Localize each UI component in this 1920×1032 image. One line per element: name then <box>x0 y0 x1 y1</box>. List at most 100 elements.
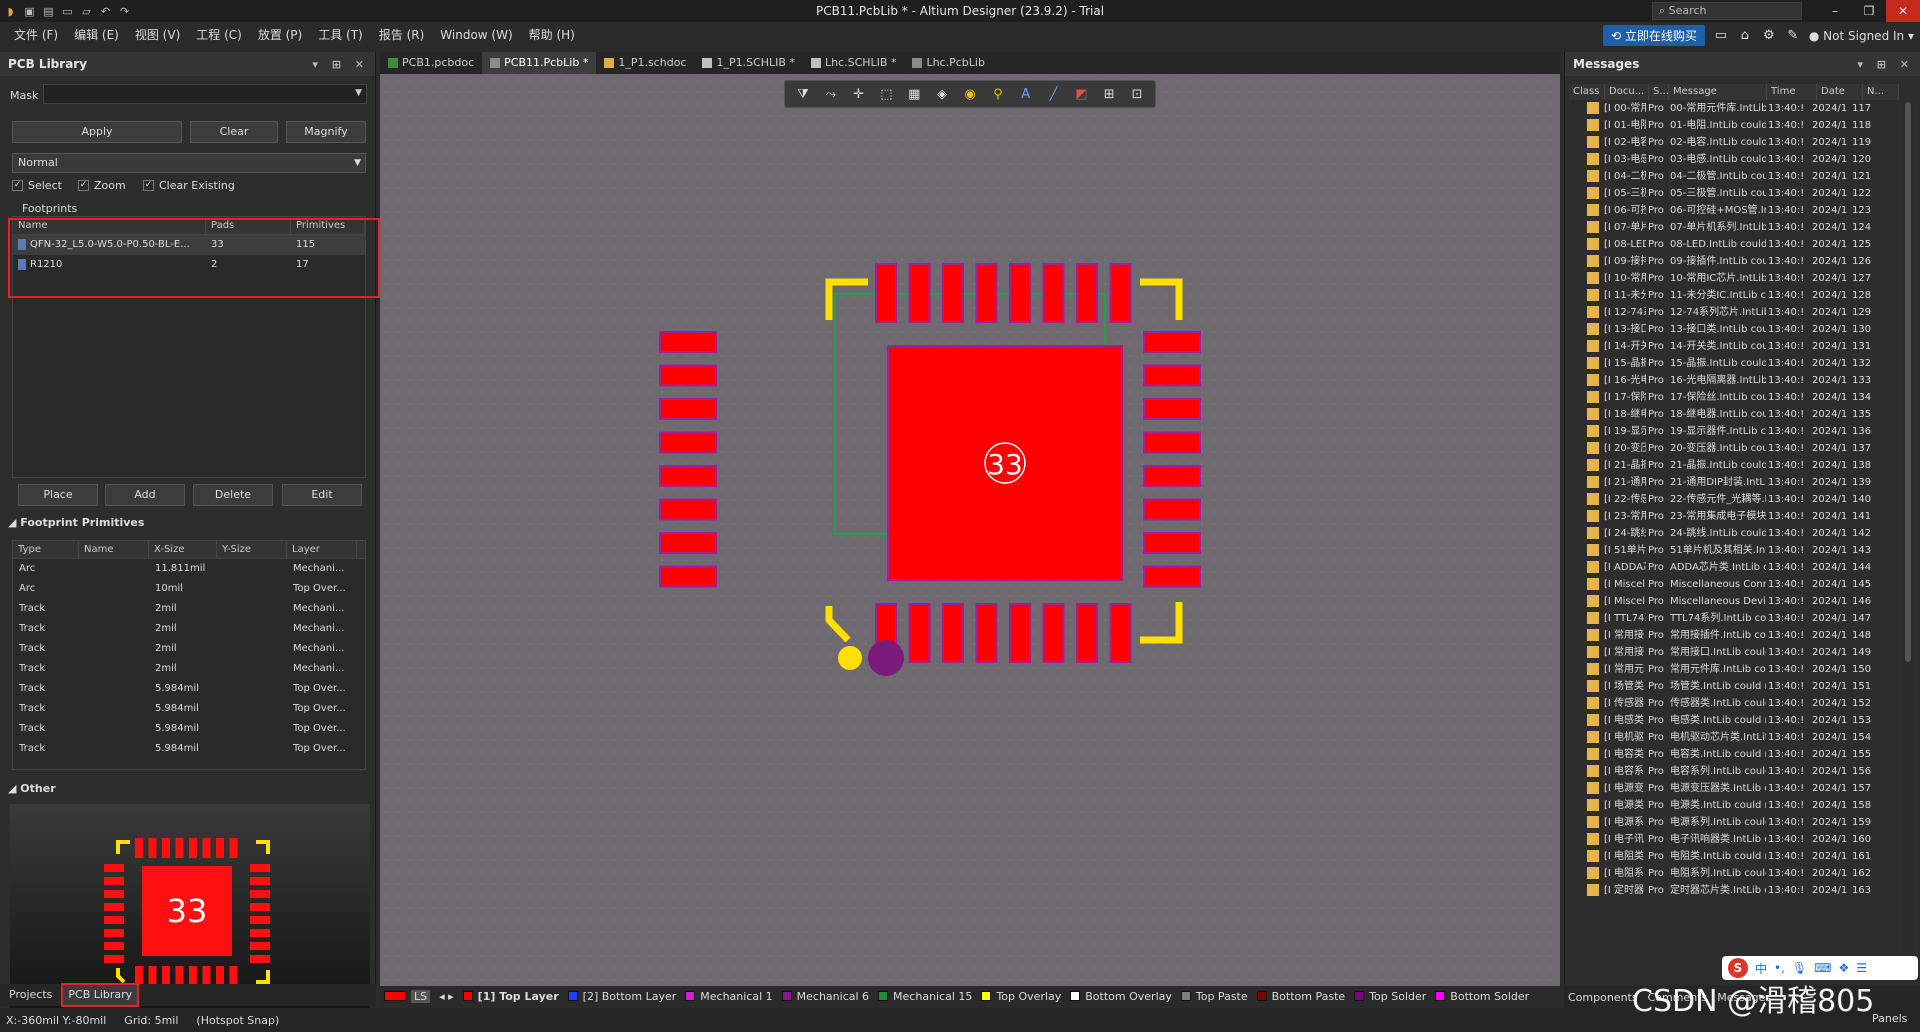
save-all-icon[interactable]: ▤ <box>42 5 55 18</box>
pad[interactable] <box>1143 498 1201 521</box>
pad[interactable] <box>1042 263 1065 323</box>
col-message[interactable]: Message <box>1669 84 1767 100</box>
message-row[interactable]: [I 常用接 Pro 常用接插件.IntLib cou 13:40:! 2024/1 14… <box>1569 627 1899 644</box>
tab-lhc-schlib[interactable]: Lhc.SCHLIB * <box>803 52 905 74</box>
place-button[interactable]: Place <box>18 484 98 506</box>
close-icon[interactable]: ✕ <box>1886 0 1920 22</box>
tab-components[interactable]: Components <box>1568 991 1638 1004</box>
mask-input[interactable]: ▼ <box>43 84 367 104</box>
align-icon[interactable]: ▦ <box>904 87 924 102</box>
layer-tab[interactable]: Top Solder <box>1354 990 1426 1003</box>
col-type[interactable]: Type <box>13 541 79 558</box>
gear-icon[interactable]: ⚙ <box>1761 28 1777 43</box>
add-button[interactable]: Add <box>105 484 185 506</box>
message-row[interactable]: [I 51单片 Pro 51单片机及其相关.Int 13:40:! 2024/1 143 <box>1569 542 1899 559</box>
message-row[interactable]: [I 电容系 Pro 电容系列.IntLib could 13:40:! 2024/1 1… <box>1569 763 1899 780</box>
pad[interactable] <box>908 603 931 663</box>
layer-tab[interactable]: [1] Top Layer <box>462 990 559 1003</box>
pad[interactable] <box>942 263 964 323</box>
message-row[interactable]: [I 00-常用 Pro 00-常用元件库.IntLib c 13:40:! 2024/… <box>1569 100 1899 117</box>
other-section-title[interactable]: ◢ Other <box>8 782 56 795</box>
pad[interactable] <box>659 498 717 521</box>
ime-chinese-icon[interactable]: 中 <box>1755 960 1767 977</box>
redo-icon[interactable]: ↷ <box>118 5 131 18</box>
ime-keyboard-icon[interactable]: ⌨ <box>1814 961 1831 975</box>
tab-projects[interactable]: Projects <box>4 985 57 1005</box>
pad[interactable] <box>975 603 998 663</box>
crosshair-icon[interactable]: ✛ <box>849 87 869 102</box>
region-icon[interactable]: ◩ <box>1071 87 1091 102</box>
ime-menu-icon[interactable]: ☰ <box>1856 961 1867 975</box>
primitive-row[interactable]: Track 5.984mil Top Over... <box>13 739 365 759</box>
clear-existing-checkbox[interactable]: ✓ Clear Existing <box>143 179 235 192</box>
message-row[interactable]: [I 05-三极Pro 05-三极管.IntLib could13:40:! 202… <box>1569 185 1899 202</box>
pad[interactable] <box>1109 263 1132 323</box>
col-layer[interactable]: Layer <box>287 541 357 558</box>
message-row[interactable]: [I 16-光电 Pro 16-光电隔离器.IntLib c 13:40:! 2024/… <box>1569 372 1899 389</box>
clear-button[interactable]: Clear <box>190 121 278 143</box>
message-row[interactable]: [I 场管类Pro 场管类.IntLib could no13:40:! 2024/… <box>1569 678 1899 695</box>
message-row[interactable]: [I 09-接排Pro 09-接插件.IntLib could13:40:! 202… <box>1569 253 1899 270</box>
tab-lhc-pcblib[interactable]: Lhc.PcbLib <box>904 52 992 74</box>
message-row[interactable]: [I MiscellaPro Miscellaneous Devices.I13:… <box>1569 593 1899 610</box>
panel-controls-icon[interactable]: ▾ ⊞ ✕ <box>1857 58 1914 71</box>
maximize-icon[interactable]: ❐ <box>1852 0 1886 22</box>
account-button[interactable]: ● Not Signed In ▾ <box>1809 29 1914 43</box>
dimension-icon[interactable]: ⊞ <box>1099 87 1119 102</box>
pad[interactable] <box>1143 331 1201 353</box>
menu-file[interactable]: 文件 (F) <box>6 22 66 48</box>
pad[interactable] <box>1143 465 1201 487</box>
layer-tab[interactable]: Bottom Overlay <box>1070 990 1172 1003</box>
pad[interactable] <box>908 263 931 323</box>
route-icon[interactable]: ⤳ <box>821 87 841 102</box>
message-row[interactable]: [I 电容类Pro 电容类.IntLib could no13:40:! 2024/… <box>1569 746 1899 763</box>
primitive-row[interactable]: Arc 10mil Top Over... <box>13 579 365 599</box>
notification-icon[interactable]: ▭ <box>1713 28 1729 43</box>
primitives-section-title[interactable]: ◢ Footprint Primitives <box>8 516 144 529</box>
edit-button[interactable]: Edit <box>282 484 362 506</box>
message-row[interactable]: [I 03-电感Pro 03-电感.IntLib could nc13:40:! 2… <box>1569 151 1899 168</box>
primitive-row[interactable]: Track 2mil Mechani... <box>13 619 365 639</box>
zoom-checkbox[interactable]: ✓ Zoom <box>78 179 126 192</box>
message-row[interactable]: [I 常用元 Pro 常用元件库.IntLib cou 13:40:! 2024/1 15… <box>1569 661 1899 678</box>
message-row[interactable]: [I 11-未分Pro 11-未分类IC.IntLib cou13:40:! 202… <box>1569 287 1899 304</box>
message-row[interactable]: [I 04-二极Pro 04-二极管.IntLib could13:40:! 202… <box>1569 168 1899 185</box>
col-name[interactable]: Name <box>79 541 149 558</box>
message-row[interactable]: [I 传感器 Pro 传感器类.IntLib could 13:40:! 2024/1 1… <box>1569 695 1899 712</box>
message-row[interactable]: [I 06-可控Pro 06-可控硅+MOS管.Intl13:40:! 2024/1… <box>1569 202 1899 219</box>
pad[interactable] <box>1042 603 1065 663</box>
message-row[interactable]: [I 08-LED.IPro 08-LED.IntLib could not13:… <box>1569 236 1899 253</box>
message-row[interactable]: [I 02-电容Pro 02-电容.IntLib could nc13:40:! 2… <box>1569 134 1899 151</box>
message-row[interactable]: [I 电源变 Pro 电源变压器类.IntLib c 13:40:! 2024/1 157 <box>1569 780 1899 797</box>
col-source[interactable]: S... <box>1649 84 1669 100</box>
primitive-row[interactable]: Track 5.984mil Top Over... <box>13 679 365 699</box>
message-row[interactable]: [I 18-继电Pro 18-继电器.IntLib could13:40:! 202… <box>1569 406 1899 423</box>
ime-punct-icon[interactable]: •, <box>1774 961 1785 975</box>
menu-tools[interactable]: 工具 (T) <box>310 22 371 48</box>
pad[interactable] <box>1143 398 1201 420</box>
message-row[interactable]: [I 电机驱 Pro 电机驱动芯片类.IntLit 13:40:! 2024/1 154 <box>1569 729 1899 746</box>
pad[interactable] <box>659 565 717 588</box>
tab-1-p1-schdoc[interactable]: 1_P1.schdoc <box>596 52 694 74</box>
menu-project[interactable]: 工程 (C) <box>188 22 250 48</box>
layer-scroll-arrows-icon[interactable]: ◂ ▸ <box>439 990 454 1003</box>
tab-pcb-library[interactable]: PCB Library <box>61 983 140 1007</box>
pad[interactable] <box>659 465 717 487</box>
message-row[interactable]: [I 21-晶振Pro 21-晶振.IntLib could nc13:40:! 2… <box>1569 457 1899 474</box>
pcb-editor-canvas[interactable]: 33 <box>380 74 1560 986</box>
panel-controls-icon[interactable]: ▾ ⊞ ✕ <box>312 58 369 71</box>
message-row[interactable]: [I 15-晶振Pro 15-晶振.IntLib could nc13:40:! 2… <box>1569 355 1899 372</box>
scroll-thumb[interactable] <box>1905 102 1911 662</box>
pad[interactable] <box>1143 565 1201 588</box>
pad[interactable] <box>659 431 717 454</box>
col-time[interactable]: Time <box>1767 84 1817 100</box>
pad[interactable] <box>1143 431 1201 454</box>
message-row[interactable]: [I 14-开关Pro 14-开关类.IntLib could13:40:! 202… <box>1569 338 1899 355</box>
message-row[interactable]: [I 电子讯 Pro 电子讯响器类.IntLib c 13:40:! 2024/1 160 <box>1569 831 1899 848</box>
pad[interactable] <box>659 398 717 420</box>
pad[interactable] <box>1143 532 1201 554</box>
text-icon[interactable]: A <box>1016 87 1036 102</box>
current-layer-swatch[interactable]: LS <box>384 989 431 1003</box>
message-row[interactable]: [I 常用接 Pro 常用接口.IntLib could 13:40:! 2024/1 1… <box>1569 644 1899 661</box>
layer-tab[interactable]: Mechanical 1 <box>685 990 773 1003</box>
